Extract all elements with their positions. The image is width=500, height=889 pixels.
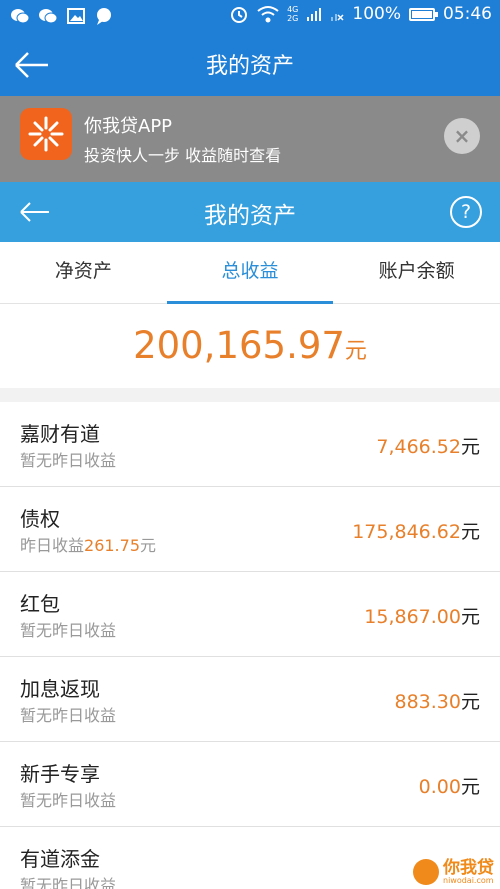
signal-icon <box>307 8 322 21</box>
item-subtitle: 暂无昨日收益 <box>20 447 116 471</box>
app-bar-title: 我的资产 <box>205 54 294 79</box>
list-item[interactable]: 红包 暂无昨日收益 15,867.00元 <box>0 572 500 657</box>
item-value: 0.00元 <box>419 772 480 799</box>
wechat-icon <box>11 9 30 24</box>
item-sub-text: 暂无昨日收益 <box>20 791 117 810</box>
item-subtitle: 暂无昨日收益 <box>20 617 116 641</box>
system-status: 4G 2G 100% 05:46 <box>229 4 492 24</box>
list-item[interactable]: 债权 昨日收益261.75元 175,846.62元 <box>0 487 500 572</box>
item-unit: 元 <box>460 521 480 543</box>
network-top-label: 4G <box>287 5 299 14</box>
niwodai-logo-icon <box>28 116 64 152</box>
item-unit: 元 <box>460 691 480 713</box>
question-icon: ? <box>460 201 472 223</box>
item-sub-unit: 元 <box>140 536 157 555</box>
item-name: 新手专享 <box>20 762 100 786</box>
notification-icons <box>10 6 114 26</box>
app-bar: 我的资产 <box>0 34 500 96</box>
page-header: 我的资产 ? <box>0 182 500 242</box>
item-sub-text: 暂无昨日收益 <box>20 876 117 889</box>
income-list: 嘉财有道 暂无昨日收益 7,466.52元 债权 昨日收益261.75元 175… <box>0 402 500 889</box>
clock: 05:46 <box>443 4 492 24</box>
wechat-icon <box>39 9 58 24</box>
list-item[interactable]: 新手专享 暂无昨日收益 0.00元 <box>0 742 500 827</box>
item-amount: 7,466.52 <box>376 436 461 458</box>
item-sub-text: 暂无昨日收益 <box>20 451 117 470</box>
item-subtitle: 暂无昨日收益 <box>20 702 116 726</box>
item-unit: 元 <box>460 776 480 798</box>
item-name: 嘉财有道 <box>20 422 100 446</box>
total-income-summary: 200,165.97元 <box>0 304 500 388</box>
battery-icon <box>409 7 438 21</box>
banner-subtitle: 投资快人一步 收益随时查看 <box>84 146 282 165</box>
chat-bubble-icon <box>97 8 111 25</box>
item-sub-text: 暂无昨日收益 <box>20 621 117 640</box>
battery-percent: 100% <box>352 4 401 24</box>
item-name: 有道添金 <box>20 847 100 871</box>
wifi-icon <box>257 6 279 23</box>
item-sub-text: 昨日收益 <box>20 536 85 555</box>
close-icon: × <box>453 124 471 148</box>
list-item[interactable]: 加息返现 暂无昨日收益 883.30元 <box>0 657 500 742</box>
battery-fill <box>412 10 432 18</box>
item-value: 175,846.62元 <box>352 517 480 544</box>
item-name: 红包 <box>20 592 60 616</box>
app-download-banner[interactable]: 你我贷APP 投资快人一步 收益随时查看 × <box>0 96 500 182</box>
item-amount: 883.30 <box>394 691 461 713</box>
tab-account-balance[interactable]: 账户余额 <box>333 242 500 303</box>
watermark-url: niwodai.com <box>443 875 494 885</box>
item-amount: 175,846.62 <box>352 521 461 543</box>
watermark-text-block: 你我贷 niwodai.com <box>443 857 494 885</box>
network-type: 4G 2G <box>287 5 298 23</box>
asset-tabs: 净资产 总收益 账户余额 <box>0 242 500 304</box>
alarm-icon <box>231 7 248 23</box>
item-unit: 元 <box>460 436 480 458</box>
watermark-logo-icon <box>413 859 439 885</box>
item-amount: 15,867.00 <box>364 606 461 628</box>
total-amount: 200,165.97 <box>133 324 345 367</box>
item-value: 883.30元 <box>395 687 481 714</box>
close-banner-button[interactable]: × <box>444 118 480 154</box>
tab-total-income[interactable]: 总收益 <box>166 242 334 304</box>
status-bar: 4G 2G 100% 05:46 <box>0 0 500 34</box>
signal-icon <box>331 14 344 21</box>
item-yesterday-income: 261.75 <box>84 536 140 555</box>
screen: 4G 2G 100% 05:46 我的资产 你我贷APP 投资快人一步 收益随时… <box>0 0 500 889</box>
help-button[interactable]: ? <box>450 196 482 228</box>
item-sub-text: 暂无昨日收益 <box>20 706 117 725</box>
page-title: 我的资产 <box>204 203 296 229</box>
tab-net-assets[interactable]: 净资产 <box>0 242 167 303</box>
watermark-text: 你我贷 <box>443 857 494 878</box>
item-subtitle: 昨日收益261.75元 <box>20 532 156 556</box>
item-amount: 0.00 <box>418 776 461 798</box>
network-bottom-label: 2G <box>287 14 299 23</box>
item-subtitle: 暂无昨日收益 <box>20 872 116 889</box>
item-name: 债权 <box>20 507 60 531</box>
list-item[interactable]: 嘉财有道 暂无昨日收益 7,466.52元 <box>0 402 500 487</box>
item-unit: 元 <box>460 606 480 628</box>
item-subtitle: 暂无昨日收益 <box>20 787 116 811</box>
total-unit: 元 <box>344 339 367 364</box>
watermark: 你我贷 niwodai.com <box>413 859 494 885</box>
item-name: 加息返现 <box>20 677 100 701</box>
item-value: 7,466.52元 <box>376 432 480 459</box>
banner-title: 你我贷APP <box>84 116 173 137</box>
app-logo <box>20 108 72 160</box>
image-icon <box>67 8 85 24</box>
item-value: 15,867.00元 <box>364 602 480 629</box>
